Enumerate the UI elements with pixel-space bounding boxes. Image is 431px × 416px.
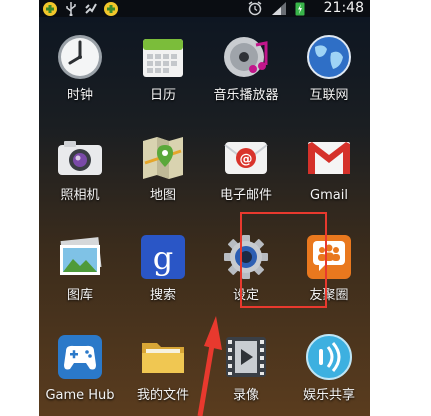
annotation-arrow-icon (197, 316, 222, 416)
